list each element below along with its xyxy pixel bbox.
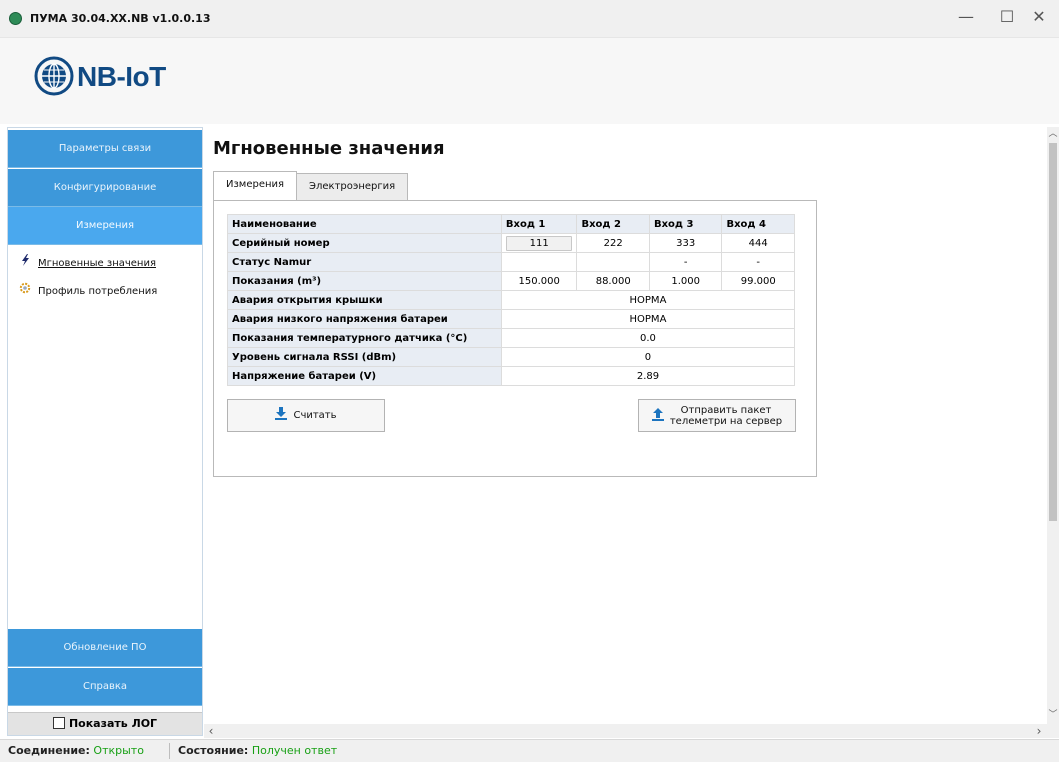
row-label: Показания температурного датчика (°C)	[227, 328, 502, 348]
namur-value-4: -	[721, 252, 795, 272]
show-log-toggle[interactable]: Показать ЛОГ	[8, 712, 202, 735]
scroll-up-icon[interactable]: ︿	[1047, 127, 1059, 141]
table-row: Показания температурного датчика (°C) 0.…	[227, 328, 796, 348]
upload-icon	[651, 408, 664, 423]
serial-value: 111	[506, 235, 573, 251]
sidebar-item-consumption-profile[interactable]: Профиль потребления	[18, 282, 157, 298]
row-label: Авария низкого напряжения батареи	[227, 309, 502, 329]
table-row: Авария открытия крышки НОРМА	[227, 290, 796, 310]
table-row: Серийный номер 111 222 333 444	[227, 233, 795, 253]
state-value: Получен ответ	[251, 744, 338, 757]
close-button[interactable]: ✕	[1019, 4, 1059, 32]
serial-input-2[interactable]: 222	[576, 233, 650, 253]
nav-measurements[interactable]: Измерения	[8, 207, 202, 245]
table-row: Уровень сигнала RSSI (dBm) 0	[227, 347, 796, 367]
table-row: Авария низкого напряжения батареи НОРМА	[227, 309, 796, 329]
app-icon	[9, 12, 22, 25]
status-bar: Соединение: Открыто Состояние: Получен о…	[0, 739, 1059, 762]
table-row: Напряжение батареи (V) 2.89	[227, 366, 796, 386]
table-row: Показания (m³) 150.000 88.000 1.000 99.0…	[227, 271, 795, 291]
send-button-line2: телеметри на сервер	[669, 415, 783, 427]
sidebar-item-label: Профиль потребления	[38, 286, 158, 297]
row-label: Серийный номер	[227, 233, 502, 253]
tab-electricity[interactable]: Электроэнергия	[296, 173, 409, 200]
reading-value-3: 1.000	[648, 271, 723, 291]
globe-logo-icon	[34, 56, 74, 96]
column-header: Вход 4	[721, 214, 795, 234]
sidebar: Параметры связи Конфигурирование Измерен…	[7, 127, 203, 736]
measurements-table: Наименование Вход 1 Вход 2 Вход 3 Вход 4…	[227, 214, 796, 386]
logo-text: NB-IoT	[77, 61, 166, 92]
connection-label: Соединение:	[8, 744, 90, 757]
nav-help[interactable]: Справка	[8, 668, 202, 706]
horizontal-scrollbar[interactable]: ‹ ›	[204, 724, 1059, 738]
row-value: 0.0	[500, 328, 796, 348]
namur-value-3: -	[648, 252, 723, 272]
send-telemetry-button[interactable]: Отправить пакет телеметри на сервер	[638, 399, 796, 432]
serial-input-3[interactable]: 333	[648, 233, 723, 253]
state-label: Состояние:	[178, 744, 249, 757]
lightning-icon	[18, 254, 32, 272]
send-button-text: Отправить пакет телеметри на сервер	[670, 405, 782, 427]
read-button[interactable]: Считать	[227, 399, 385, 432]
status-divider	[169, 743, 170, 759]
download-icon	[275, 407, 288, 424]
row-label: Авария открытия крышки	[227, 290, 502, 310]
column-header: Вход 2	[576, 214, 650, 234]
nav-firmware-update[interactable]: Обновление ПО	[8, 629, 202, 667]
row-label: Показания (m³)	[227, 271, 502, 291]
namur-value-1	[500, 252, 578, 272]
column-header: Вход 3	[648, 214, 723, 234]
tab-measurements[interactable]: Измерения	[213, 171, 298, 200]
reading-value-2: 88.000	[576, 271, 650, 291]
vertical-scrollbar[interactable]: ︿ ﹀	[1047, 127, 1059, 724]
page-title: Мгновенные значения	[213, 138, 445, 159]
show-log-label: Показать ЛОГ	[68, 717, 158, 730]
nav-configuration[interactable]: Конфигурирование	[8, 169, 202, 207]
row-value: 0	[500, 347, 796, 367]
row-value: НОРМА	[500, 309, 796, 329]
connection-status: Соединение: Открыто	[8, 740, 144, 762]
main-content: Мгновенные значения Измерения Электроэне…	[204, 127, 1047, 724]
row-label: Уровень сигнала RSSI (dBm)	[227, 347, 502, 367]
scroll-right-icon[interactable]: ›	[1032, 724, 1046, 738]
serial-input-1[interactable]: 111	[500, 233, 578, 253]
reading-value-4: 99.000	[721, 271, 795, 291]
show-log-checkbox[interactable]	[52, 717, 65, 729]
tab-panel: Наименование Вход 1 Вход 2 Вход 3 Вход 4…	[213, 200, 817, 477]
column-header: Вход 1	[500, 214, 578, 234]
gear-icon	[18, 282, 32, 300]
sidebar-item-instant-values[interactable]: Мгновенные значения	[18, 254, 156, 270]
row-value: НОРМА	[500, 290, 796, 310]
row-value: 2.89	[500, 366, 796, 386]
window-title: ПУМА 30.04.XX.NB v1.0.0.13	[30, 12, 211, 25]
scroll-down-icon[interactable]: ﹀	[1047, 708, 1059, 722]
row-label: Статус Namur	[227, 252, 502, 272]
serial-input-4[interactable]: 444	[721, 233, 795, 253]
nav-connection-params[interactable]: Параметры связи	[8, 130, 202, 168]
connection-value: Открыто	[93, 744, 144, 757]
namur-value-2	[576, 252, 650, 272]
scroll-left-icon[interactable]: ‹	[204, 724, 218, 738]
title-bar: ПУМА 30.04.XX.NB v1.0.0.13 — ☐ ✕	[0, 0, 1059, 38]
row-label: Напряжение батареи (V)	[227, 366, 502, 386]
state-status: Состояние: Получен ответ	[178, 740, 337, 762]
scroll-thumb[interactable]	[1049, 143, 1057, 521]
column-header: Наименование	[227, 214, 502, 234]
table-row: Статус Namur - -	[227, 252, 795, 272]
logo-area: NB-IoT	[0, 38, 1059, 124]
minimize-button[interactable]: —	[946, 4, 986, 32]
sidebar-item-label: Мгновенные значения	[38, 258, 156, 269]
reading-value-1: 150.000	[500, 271, 578, 291]
read-button-label: Считать	[293, 410, 337, 421]
table-header-row: Наименование Вход 1 Вход 2 Вход 3 Вход 4	[227, 214, 795, 234]
send-button-line1: Отправить пакет	[680, 404, 772, 416]
